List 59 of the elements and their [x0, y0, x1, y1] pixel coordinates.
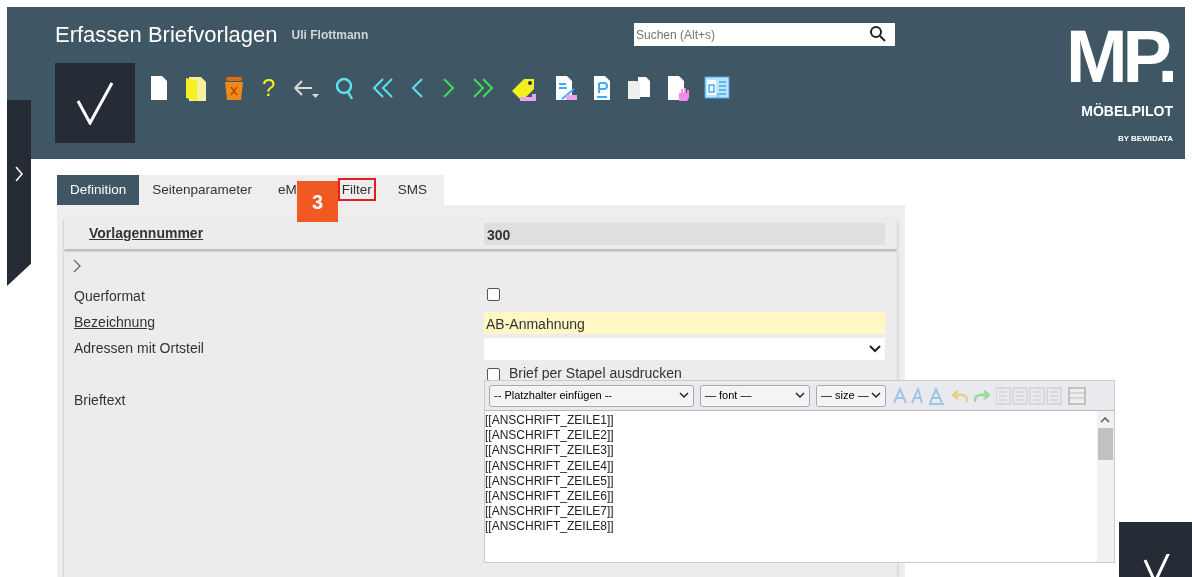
search-field[interactable]: Suchen (Alt+s)	[634, 23, 895, 46]
user-name: Uli Flottmann	[291, 27, 369, 44]
chevron-down-icon	[869, 345, 881, 353]
logo-tagline: BY BEWIDATA	[1117, 133, 1173, 145]
number-field: 300	[484, 222, 885, 245]
tab[interactable]: SMS	[384, 175, 441, 205]
step-badge: 3	[297, 181, 338, 222]
checkbox[interactable]	[487, 367, 500, 381]
search-icon	[869, 25, 887, 43]
checkbox-label: Brief per Stapel ausdrucken	[509, 364, 682, 382]
text-line: [[ANSCHRIFT_ZEILE6]]	[485, 489, 615, 505]
folder-icon[interactable]	[183, 75, 209, 101]
chevron-down-icon	[871, 392, 881, 399]
field-label: Bezeichnung	[73, 313, 156, 332]
confirm-button[interactable]	[1119, 522, 1192, 577]
field-label: Vorlagennummer	[88, 224, 205, 243]
checkmark-icon	[1143, 554, 1173, 577]
scrollbar-thumb[interactable]	[1098, 428, 1113, 460]
scroll-up-icon	[1100, 416, 1110, 423]
tab[interactable]: eM	[265, 175, 297, 205]
logo-mark: MP.	[1065, 25, 1173, 89]
checkmark-icon	[75, 81, 115, 125]
scrollbar[interactable]	[1097, 411, 1114, 562]
chevron-down-icon	[795, 392, 805, 399]
text-line: [[ANSCHRIFT_ZEILE3]]	[485, 443, 615, 459]
text-line: [[ANSCHRIFT_ZEILE5]]	[485, 473, 615, 489]
text-field[interactable]: AB-Anmahnung	[484, 312, 885, 334]
dropdown[interactable]: — size —	[816, 384, 886, 407]
text-line: [[ANSCHRIFT_ZEILE8]]	[485, 519, 615, 535]
new-document-icon[interactable]	[149, 75, 169, 101]
tab[interactable]: Seitenparameter	[139, 175, 266, 205]
document-edit-icon[interactable]	[554, 75, 579, 101]
text-line: [[ANSCHRIFT_ZEILE7]]	[485, 504, 615, 520]
field-label: Querformat	[73, 287, 146, 306]
field-label: Brieftext	[73, 391, 127, 410]
tab[interactable]: Filter	[337, 175, 385, 205]
dropdown[interactable]: -- Platzhalter einfügen --	[489, 384, 694, 407]
sidebar-toggle[interactable]	[7, 100, 31, 286]
chevron-down-icon	[679, 392, 689, 399]
text-line: [[ANSCHRIFT_ZEILE4]]	[485, 458, 615, 474]
dropdown[interactable]: — font —	[700, 384, 810, 407]
copy-icon[interactable]	[626, 75, 653, 101]
text-line: [[ANSCHRIFT_ZEILE2]]	[485, 428, 615, 444]
document-hand-icon[interactable]	[666, 75, 691, 101]
text-area[interactable]: [[ANSCHRIFT_ZEILE1]] [[ANSCHRIFT_ZEILE2]] [[ANSCHRIFT_ZEILE3]] [[ANSCHRIFT_ZEILE4]] [[ANSCHRIFT_ZEILE5]] [[ANSCHRIFT_ZEILE6]] [[ANSCHRIFT_ZEILE7]] [[ANSCHRIFT_ZEILE8]]	[485, 411, 1097, 562]
confirm-button[interactable]	[55, 63, 135, 143]
document-p-icon[interactable]	[592, 75, 613, 101]
logo-name: MÖBELPILOT	[1081, 103, 1173, 119]
select-field[interactable]	[484, 338, 885, 360]
chevron-right-icon	[14, 164, 24, 183]
checkbox[interactable]	[487, 288, 500, 301]
help-button[interactable]: ?	[259, 75, 279, 101]
address-book-icon[interactable]	[704, 75, 731, 101]
text-line: [[ANSCHRIFT_ZEILE1]]	[485, 413, 615, 429]
page-title: Erfassen Briefvorlagen	[55, 21, 278, 49]
field-label: Adressen mit Ortsteil	[73, 339, 205, 358]
expand-chevron-icon[interactable]	[72, 258, 82, 274]
tab[interactable]: Definition	[57, 175, 140, 205]
trash-icon[interactable]	[223, 75, 245, 101]
